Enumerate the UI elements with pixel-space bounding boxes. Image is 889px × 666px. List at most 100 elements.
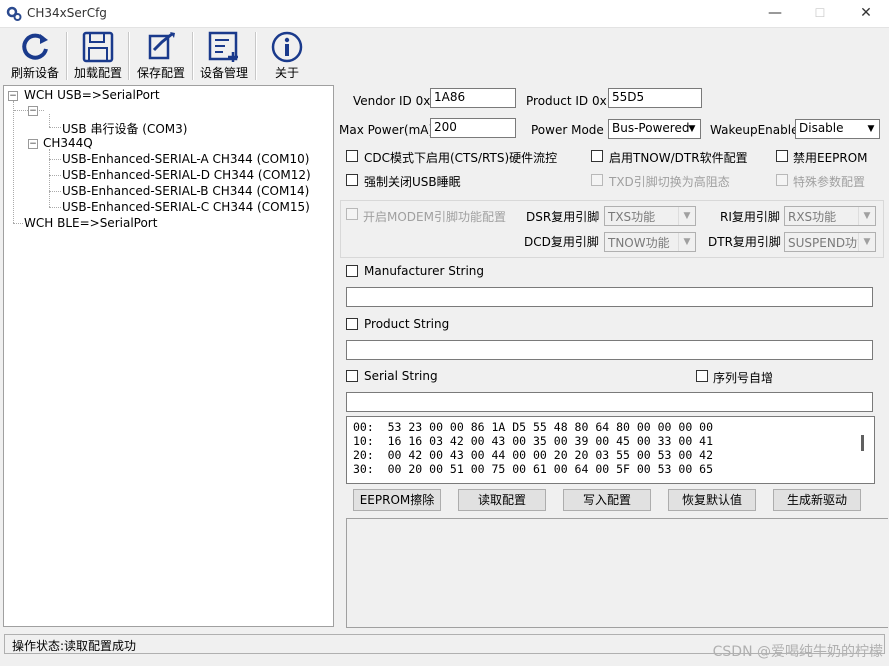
generate-driver-button[interactable]: 生成新驱动 <box>773 489 861 511</box>
product-id-input[interactable]: 55D5 <box>608 88 702 108</box>
vendor-id-label: Vendor ID 0x <box>353 94 431 108</box>
serial-autoinc-label: 序列号自增 <box>713 371 774 385</box>
serial-string-checkbox[interactable] <box>346 370 358 382</box>
status-text: 操作状态:读取配置成功 <box>12 639 137 653</box>
chevron-down-icon: ▼ <box>867 124 875 134</box>
dcd-select[interactable]: TNOW功能 ▼ <box>604 232 696 252</box>
refresh-devices-button[interactable]: 刷新设备 <box>4 28 66 82</box>
tree-line <box>49 159 61 160</box>
about-button[interactable]: 关于 <box>260 28 314 82</box>
refresh-icon <box>22 33 48 60</box>
tree-node-com3[interactable]: USB 串行设备 (COM3) <box>62 120 187 137</box>
collapse-toggle[interactable]: − <box>28 106 38 116</box>
dcd-value: TNOW功能 <box>608 236 670 250</box>
load-config-label: 加载配置 <box>73 66 122 80</box>
tree-line <box>13 101 14 223</box>
save-config-button[interactable]: 保存配置 <box>131 28 191 82</box>
hex-line: 10: 16 16 03 42 00 43 00 35 00 39 00 45 … <box>353 434 714 448</box>
window-title: CH34xSerCfg <box>27 6 107 20</box>
product-id-label: Product ID 0x <box>526 94 607 108</box>
vendor-id-input[interactable]: 1A86 <box>430 88 516 108</box>
tree-node-usb-serial[interactable]: WCH USB=>SerialPort <box>24 88 160 102</box>
refresh-devices-label: 刷新设备 <box>10 66 59 80</box>
write-config-button[interactable]: 写入配置 <box>563 489 651 511</box>
tree-line <box>49 207 61 208</box>
power-mode-label: Power Mode <box>531 123 604 137</box>
product-string-checkbox[interactable] <box>346 318 358 330</box>
log-output-area[interactable] <box>346 518 888 628</box>
restore-default-button[interactable]: 恢复默认值 <box>668 489 756 511</box>
wakeup-value: Disable <box>799 121 844 135</box>
serial-string-label: Serial String <box>364 369 438 383</box>
hex-line: 30: 00 20 00 51 00 75 00 61 00 64 00 5F … <box>353 462 714 476</box>
watermark: CSDN @爱喝纯牛奶的柠檬 <box>712 644 883 660</box>
read-config-button[interactable]: 读取配置 <box>458 489 546 511</box>
tnow-dtr-checkbox[interactable] <box>591 150 603 162</box>
collapse-toggle[interactable]: − <box>28 139 38 149</box>
tree-line <box>49 175 61 176</box>
tree-node-port[interactable]: USB-Enhanced-SERIAL-A CH344 (COM10) <box>62 152 309 166</box>
toolbar-separator <box>255 32 257 80</box>
scrollbar-thumb[interactable] <box>861 435 864 451</box>
wakeup-select[interactable]: Disable ▼ <box>795 119 880 139</box>
modem-enable-checkbox[interactable] <box>346 208 358 220</box>
force-close-sleep-label: 强制关闭USB睡眠 <box>364 175 461 189</box>
manufacturer-checkbox[interactable] <box>346 265 358 277</box>
modem-enable-label: 开启MODEM引脚功能配置 <box>363 210 506 224</box>
max-power-label: Max Power(mA) <box>339 123 434 137</box>
close-button[interactable]: ✕ <box>843 0 889 27</box>
serial-autoinc-checkbox[interactable] <box>696 370 708 382</box>
force-close-sleep-checkbox[interactable] <box>346 174 358 186</box>
tree-node-port[interactable]: USB-Enhanced-SERIAL-B CH344 (COM14) <box>62 184 309 198</box>
dsr-select[interactable]: TXS功能 ▼ <box>604 206 696 226</box>
device-tree[interactable]: − WCH USB=>SerialPort − USB 串行设备 (COM3) … <box>3 85 334 627</box>
chevron-down-icon: ▼ <box>678 233 695 251</box>
toolbar: 刷新设备 加载配置 保存配置 设备管理 关于 <box>0 28 889 82</box>
tree-line <box>13 223 23 224</box>
toolbar-separator <box>192 32 194 80</box>
eeprom-hex-view[interactable]: 00: 53 23 00 00 86 1A D5 55 48 80 64 80 … <box>346 416 875 484</box>
tree-node-port[interactable]: USB-Enhanced-SERIAL-D CH344 (COM12) <box>62 168 311 182</box>
special-param-label: 特殊参数配置 <box>793 175 866 189</box>
dtr-label: DTR复用引脚 <box>708 235 781 249</box>
maximize-button[interactable]: ☐ <box>797 0 843 27</box>
cdc-flow-label: CDC模式下启用(CTS/RTS)硬件流控 <box>364 151 558 165</box>
chevron-down-icon: ▼ <box>858 207 875 225</box>
dsr-label: DSR复用引脚 <box>526 210 600 224</box>
dtr-value: SUSPEND功能 <box>788 236 870 250</box>
chevron-down-icon: ▼ <box>678 207 695 225</box>
info-icon <box>271 31 303 63</box>
max-power-input[interactable]: 200 <box>430 118 516 138</box>
manufacturer-label: Manufacturer String <box>364 264 485 278</box>
tree-line <box>49 114 50 127</box>
tree-line <box>39 110 44 111</box>
tree-node-port[interactable]: USB-Enhanced-SERIAL-C CH344 (COM15) <box>62 200 310 214</box>
app-gear-icon <box>6 6 22 21</box>
power-mode-select[interactable]: Bus-Powered ▼ <box>608 119 701 139</box>
disable-eeprom-checkbox[interactable] <box>776 150 788 162</box>
eeprom-erase-button[interactable]: EEPROM擦除 <box>353 489 441 511</box>
save-icon <box>148 32 175 60</box>
hex-line: 00: 53 23 00 00 86 1A D5 55 48 80 64 80 … <box>353 420 714 434</box>
wakeup-label: WakeupEnable <box>710 123 799 137</box>
minimize-button[interactable]: — <box>752 0 798 27</box>
floppy-icon <box>82 31 114 63</box>
tree-node-ch344q[interactable]: CH344Q <box>43 136 93 150</box>
product-string-input[interactable] <box>346 340 873 360</box>
ri-label: RI复用引脚 <box>720 210 780 224</box>
device-manager-icon <box>208 31 238 62</box>
ri-select[interactable]: RXS功能 ▼ <box>784 206 876 226</box>
serial-string-input[interactable] <box>346 392 873 412</box>
cdc-flow-checkbox[interactable] <box>346 150 358 162</box>
collapse-toggle[interactable]: − <box>8 91 18 101</box>
special-param-checkbox[interactable] <box>776 174 788 186</box>
dcd-label: DCD复用引脚 <box>524 235 599 249</box>
txd-highz-checkbox[interactable] <box>591 174 603 186</box>
tree-node-ble-serial[interactable]: WCH BLE=>SerialPort <box>24 216 157 230</box>
chevron-down-icon: ▼ <box>688 124 696 134</box>
save-config-label: 保存配置 <box>136 66 185 80</box>
load-config-button[interactable]: 加载配置 <box>68 28 128 82</box>
device-manager-button[interactable]: 设备管理 <box>195 28 253 82</box>
dtr-select[interactable]: SUSPEND功能 ▼ <box>784 232 876 252</box>
manufacturer-input[interactable] <box>346 287 873 307</box>
